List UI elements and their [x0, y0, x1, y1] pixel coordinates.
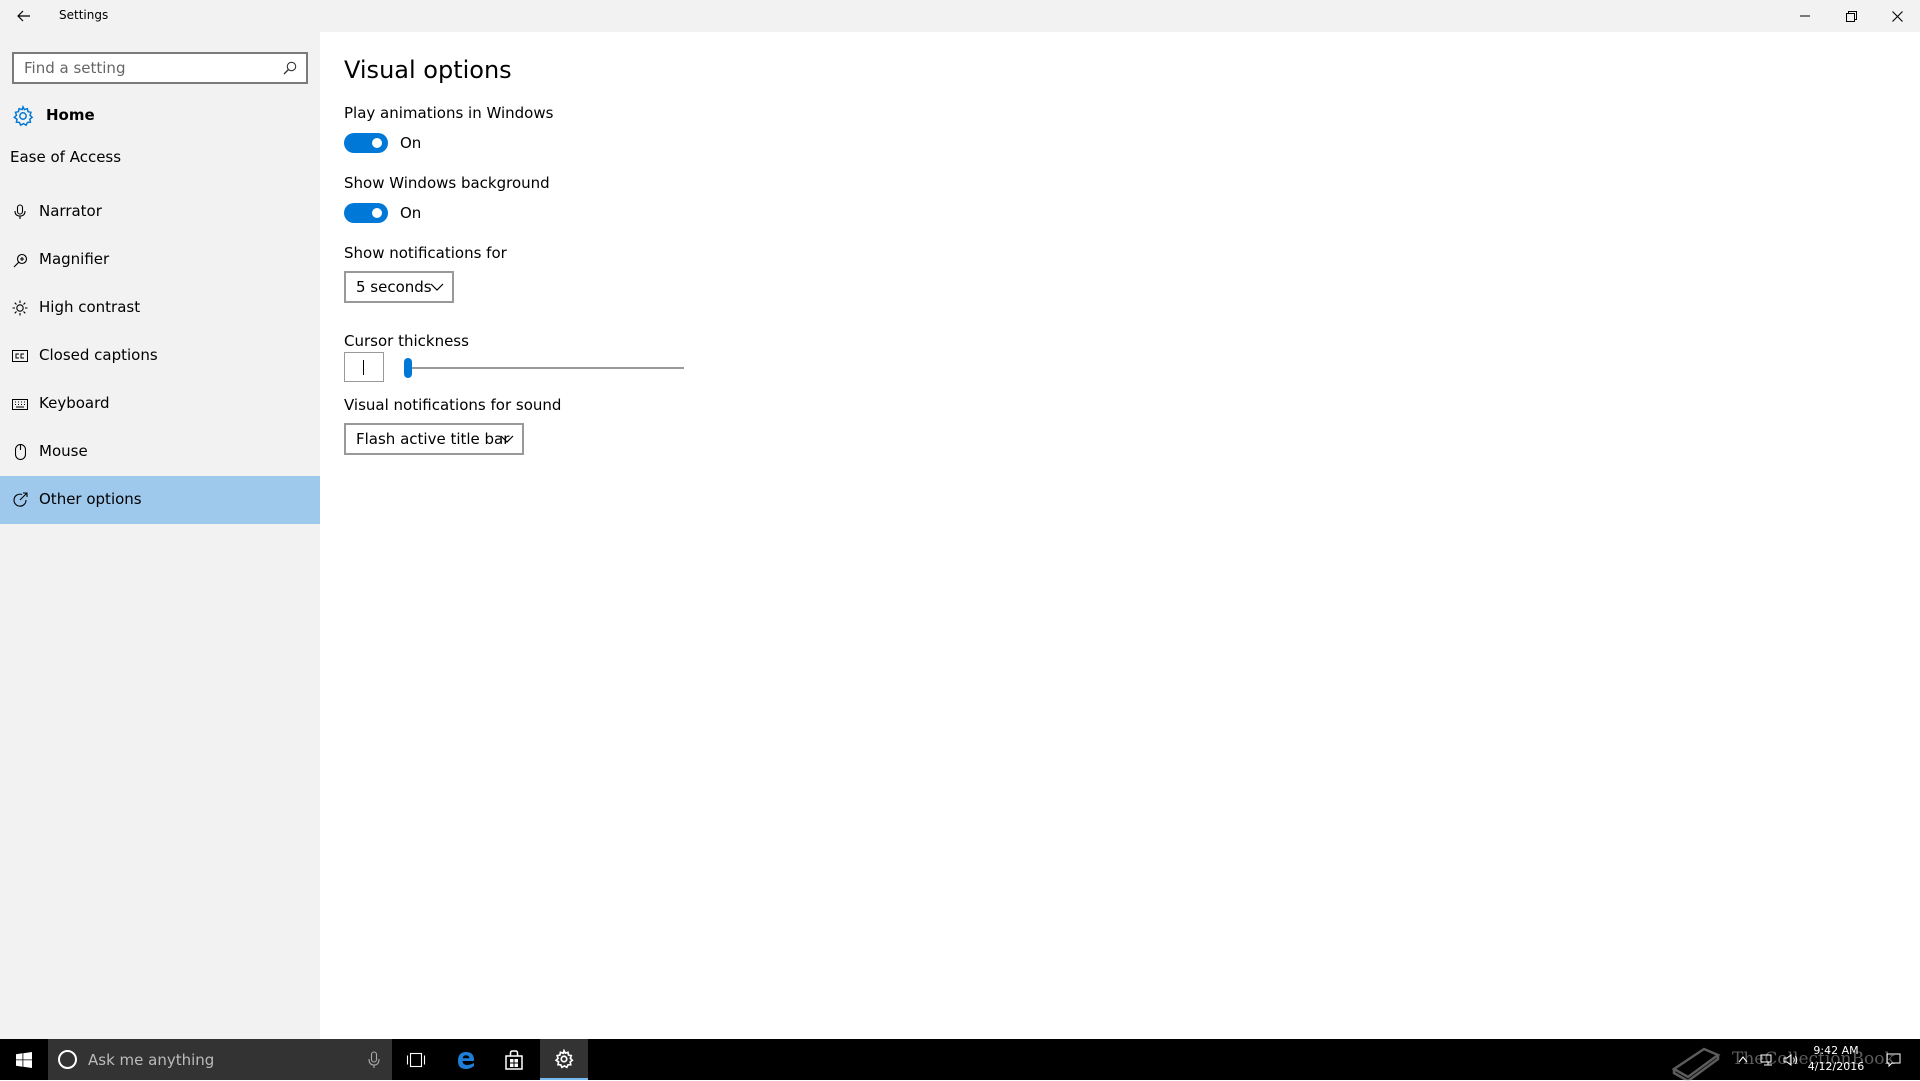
search-input[interactable] — [14, 54, 274, 82]
background-toggle[interactable] — [344, 203, 388, 223]
chevron-up-icon — [1738, 1056, 1748, 1063]
settings-search-box — [12, 52, 308, 84]
restore-icon — [1845, 10, 1857, 22]
sidebar-item-mouse[interactable]: Mouse — [0, 428, 320, 476]
book-logo-icon — [1671, 1047, 1721, 1081]
sidebar-item-high-contrast[interactable]: High contrast — [0, 284, 320, 332]
task-view-icon — [406, 1052, 426, 1067]
clock-time: 9:42 AM — [1813, 1044, 1859, 1057]
high-contrast-icon — [12, 300, 28, 316]
background-toggle-state: On — [400, 204, 422, 222]
sidebar-item-label: Narrator — [39, 202, 102, 220]
settings-window: Settings Find a setting Home Ease of Acc… — [0, 0, 1920, 1039]
sidebar-item-label: Closed captions — [39, 346, 158, 364]
gear-icon — [13, 105, 34, 127]
cortana-icon — [58, 1050, 77, 1069]
cursor-caret — [363, 360, 364, 375]
taskbar-clock[interactable]: 9:42 AM 4/12/2016 — [1796, 1043, 1876, 1075]
close-icon — [1891, 10, 1903, 22]
back-button[interactable] — [0, 0, 48, 32]
close-button[interactable] — [1874, 0, 1920, 32]
animations-toggle[interactable] — [344, 133, 388, 153]
sidebar-item-home[interactable]: Home — [0, 92, 320, 140]
sidebar: Home Ease of Access Narrator Magnifier H… — [0, 32, 320, 1039]
notifications-label: Show notifications for — [344, 244, 507, 262]
background-label: Show Windows background — [344, 174, 550, 192]
magnifier-icon — [12, 252, 28, 268]
clock-date: 4/12/2016 — [1807, 1060, 1865, 1073]
minimize-icon — [1800, 15, 1810, 17]
show-hidden-icons-button[interactable] — [1732, 1039, 1754, 1080]
taskbar: Ask me anything TheCollectionBook 9:42 A… — [0, 1039, 1920, 1081]
sidebar-item-label: Home — [46, 106, 95, 124]
page-title: Visual options — [344, 56, 512, 84]
slider-track — [404, 367, 684, 369]
sidebar-item-label: High contrast — [39, 298, 141, 316]
edge-icon — [458, 1051, 474, 1069]
notifications-icon — [1886, 1053, 1900, 1067]
start-button[interactable] — [0, 1039, 48, 1080]
toggle-knob — [372, 138, 382, 148]
settings-taskbar-button[interactable] — [540, 1039, 588, 1080]
toggle-knob — [372, 208, 382, 218]
network-button[interactable] — [1756, 1039, 1778, 1080]
dropdown-value: Flash active title bar — [356, 430, 510, 448]
sidebar-item-keyboard[interactable]: Keyboard — [0, 380, 320, 428]
sidebar-item-label: Other options — [39, 490, 142, 508]
sidebar-item-label: Magnifier — [39, 250, 110, 268]
store-icon — [505, 1049, 523, 1070]
search-icon — [283, 61, 297, 75]
main-content: Visual options Play animations in Window… — [320, 32, 1920, 1039]
gear-icon — [554, 1048, 574, 1069]
windows-logo-icon — [16, 1051, 32, 1068]
sidebar-section-heading: Ease of Access — [10, 148, 122, 166]
sidebar-item-narrator[interactable]: Narrator — [0, 188, 320, 236]
animations-toggle-state: On — [400, 134, 422, 152]
sidebar-item-other-options[interactable]: Other options — [0, 476, 320, 524]
background-toggle-row: On — [344, 203, 544, 225]
title-bar: Settings — [0, 0, 1920, 32]
animations-label: Play animations in Windows — [344, 104, 554, 122]
narrator-icon — [12, 204, 28, 220]
taskbar-search-box[interactable]: Ask me anything — [48, 1039, 392, 1080]
sidebar-item-closed-captions[interactable]: Closed captions — [0, 332, 320, 380]
dropdown-value: 5 seconds — [356, 278, 432, 296]
mouse-icon — [12, 444, 28, 460]
sidebar-item-label: Keyboard — [39, 394, 110, 412]
network-icon — [1760, 1054, 1772, 1065]
sound-notifications-dropdown[interactable]: Flash active title bar — [344, 423, 524, 455]
task-view-button[interactable] — [392, 1039, 440, 1080]
minimize-button[interactable] — [1782, 0, 1828, 32]
store-button[interactable] — [490, 1039, 538, 1080]
window-title: Settings — [59, 8, 109, 22]
other-options-icon — [12, 492, 28, 508]
back-arrow-icon — [17, 10, 30, 22]
taskbar-search-placeholder: Ask me anything — [88, 1051, 215, 1069]
slider-thumb[interactable] — [404, 358, 412, 378]
cursor-thickness-slider[interactable] — [404, 358, 684, 378]
sidebar-item-label: Mouse — [39, 442, 88, 460]
animations-toggle-row: On — [344, 133, 544, 155]
action-center-button[interactable] — [1878, 1039, 1908, 1080]
restore-button[interactable] — [1828, 0, 1874, 32]
microphone-icon[interactable] — [368, 1051, 380, 1069]
notifications-duration-dropdown[interactable]: 5 seconds — [344, 271, 454, 303]
chevron-down-icon — [430, 283, 444, 291]
cursor-thickness-preview — [344, 352, 384, 382]
search-button[interactable] — [276, 55, 304, 81]
keyboard-icon — [12, 396, 28, 412]
cursor-thickness-label: Cursor thickness — [344, 332, 469, 350]
sound-notifications-label: Visual notifications for sound — [344, 396, 562, 414]
sidebar-item-magnifier[interactable]: Magnifier — [0, 236, 320, 284]
chevron-down-icon — [500, 435, 514, 443]
closed-captions-icon — [12, 348, 28, 364]
edge-button[interactable] — [442, 1039, 490, 1080]
